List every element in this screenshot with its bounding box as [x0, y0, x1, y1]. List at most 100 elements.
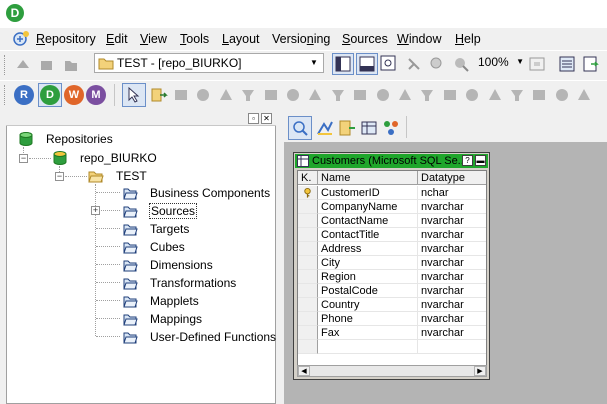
- update-strategy-icon[interactable]: [441, 86, 459, 104]
- designer-button[interactable]: D: [38, 83, 62, 107]
- procedure-icon[interactable]: [418, 86, 436, 104]
- arrange-icon[interactable]: [405, 55, 423, 73]
- mapplet-designer-icon[interactable]: [360, 119, 378, 137]
- close-icon[interactable]: ✕: [261, 113, 272, 124]
- normalizer-icon[interactable]: [194, 86, 212, 104]
- scroll-left-icon[interactable]: ◀: [298, 366, 310, 376]
- minimize-icon[interactable]: ▬: [475, 155, 486, 166]
- tree-node-user-defined-functions[interactable]: User-Defined Functions: [150, 330, 276, 344]
- scale-to-fit-icon[interactable]: [528, 55, 546, 73]
- menu-repository[interactable]: Repository: [36, 32, 96, 46]
- output-toggle-button[interactable]: [356, 53, 378, 75]
- rank-icon[interactable]: [329, 86, 347, 104]
- help-icon[interactable]: ?: [462, 155, 473, 166]
- filter-icon[interactable]: [262, 86, 280, 104]
- tree-node-business-components[interactable]: Business Components: [150, 186, 270, 200]
- sequence-icon[interactable]: [374, 86, 392, 104]
- repository-folder-select[interactable]: TEST - [repo_BIURKO] ▼: [94, 53, 324, 73]
- menu-view[interactable]: View: [140, 32, 167, 46]
- joiner-icon[interactable]: [284, 86, 302, 104]
- table-row[interactable]: CustomerID nchar: [298, 186, 486, 200]
- column-header-datatype[interactable]: Datatype: [418, 171, 486, 185]
- chevron-down-icon[interactable]: ▼: [307, 55, 321, 71]
- mapping-designer-icon[interactable]: [382, 119, 400, 137]
- datatype-cell: nvarchar: [418, 242, 486, 256]
- app-logo-icon: D: [6, 4, 24, 22]
- tree-node-dimensions[interactable]: Dimensions: [150, 258, 213, 272]
- sorter-icon[interactable]: [396, 86, 414, 104]
- table-row[interactable]: Phone nvarchar: [298, 312, 486, 326]
- tree-node-repositories[interactable]: Repositories: [46, 132, 113, 146]
- menu-help[interactable]: Help: [455, 32, 481, 46]
- expand-icon[interactable]: +: [91, 206, 100, 215]
- disconnect-icon[interactable]: [38, 56, 56, 74]
- tree-node-mapplets[interactable]: Mapplets: [150, 294, 199, 308]
- scroll-right-icon[interactable]: ▶: [474, 366, 486, 376]
- panel-splitter[interactable]: [277, 112, 283, 404]
- router-icon[interactable]: [351, 86, 369, 104]
- menu-window[interactable]: Window: [397, 32, 441, 46]
- navigator-toggle-button[interactable]: [332, 53, 354, 75]
- table-row[interactable]: Address nvarchar: [298, 242, 486, 256]
- repository-manager-button[interactable]: R: [14, 85, 34, 105]
- tree-node-transformations[interactable]: Transformations: [150, 276, 236, 290]
- menu-sources[interactable]: Sources: [342, 32, 388, 46]
- source-qualifier-icon[interactable]: [172, 86, 190, 104]
- lookup-icon[interactable]: [306, 86, 324, 104]
- union-icon[interactable]: [530, 86, 548, 104]
- column-header-name[interactable]: Name: [318, 171, 418, 185]
- table-row[interactable]: Fax nvarchar: [298, 326, 486, 340]
- table-row[interactable]: Country nvarchar: [298, 298, 486, 312]
- collapse-icon[interactable]: −: [19, 154, 28, 163]
- toolbar-grip[interactable]: [4, 55, 7, 75]
- table-row[interactable]: ContactName nvarchar: [298, 214, 486, 228]
- workflow-monitor-button[interactable]: M: [86, 85, 106, 105]
- connect-icon[interactable]: [14, 56, 32, 74]
- tree-node-targets[interactable]: Targets: [150, 222, 189, 236]
- menu-tools[interactable]: Tools: [180, 32, 209, 46]
- custom-icon[interactable]: [508, 86, 526, 104]
- table-row[interactable]: ContactTitle nvarchar: [298, 228, 486, 242]
- tree-node-mappings[interactable]: Mappings: [150, 312, 202, 326]
- zoom-icon[interactable]: [452, 55, 470, 73]
- datatype-cell: nvarchar: [418, 214, 486, 228]
- open-icon[interactable]: [62, 56, 80, 74]
- xml-icon[interactable]: [463, 86, 481, 104]
- tree-node-cubes[interactable]: Cubes: [150, 240, 185, 254]
- select-pointer-button[interactable]: [122, 83, 146, 107]
- menu-versioning[interactable]: Versioning: [272, 32, 330, 46]
- expression-icon[interactable]: [239, 86, 257, 104]
- menu-edit[interactable]: Edit: [106, 32, 128, 46]
- column-name-cell: Region: [318, 270, 418, 284]
- collapse-icon[interactable]: −: [55, 172, 64, 181]
- tree-node-repository[interactable]: repo_BIURKO: [80, 151, 157, 165]
- transformation-developer-icon[interactable]: [338, 119, 356, 137]
- horizontal-scrollbar[interactable]: ◀ ▶: [297, 365, 487, 377]
- find-icon[interactable]: [428, 55, 446, 73]
- source-analyzer-button[interactable]: [288, 116, 312, 140]
- zoom-select[interactable]: 100% ▼: [476, 53, 524, 73]
- mapplet-icon[interactable]: [486, 86, 504, 104]
- workflow-manager-button[interactable]: W: [64, 85, 84, 105]
- properties-icon[interactable]: [558, 55, 576, 73]
- export-icon[interactable]: [582, 55, 600, 73]
- menu-layout[interactable]: Layout: [222, 32, 260, 46]
- table-row[interactable]: Region nvarchar: [298, 270, 486, 284]
- tree-node-folder[interactable]: TEST: [116, 169, 147, 183]
- table-row[interactable]: PostalCode nvarchar: [298, 284, 486, 298]
- folder-icon: [123, 296, 138, 308]
- table-row[interactable]: CompanyName nvarchar: [298, 200, 486, 214]
- restore-icon[interactable]: ▫: [248, 113, 259, 124]
- target-designer-icon[interactable]: [316, 119, 334, 137]
- overview-button[interactable]: [378, 53, 398, 73]
- source-window-title[interactable]: Customers (Microsoft SQL Se... ? ▬: [295, 154, 488, 168]
- tree-node-sources[interactable]: Sources: [148, 203, 198, 219]
- aggregator-icon[interactable]: [217, 86, 235, 104]
- column-header-key[interactable]: K.: [298, 171, 318, 185]
- sql-icon[interactable]: [575, 86, 593, 104]
- table-row[interactable]: City nvarchar: [298, 256, 486, 270]
- source-definition-window[interactable]: Customers (Microsoft SQL Se... ? ▬ K. Na…: [293, 152, 490, 380]
- link-columns-icon[interactable]: [150, 86, 168, 104]
- toolbar-grip[interactable]: [4, 85, 7, 105]
- transaction-icon[interactable]: [553, 86, 571, 104]
